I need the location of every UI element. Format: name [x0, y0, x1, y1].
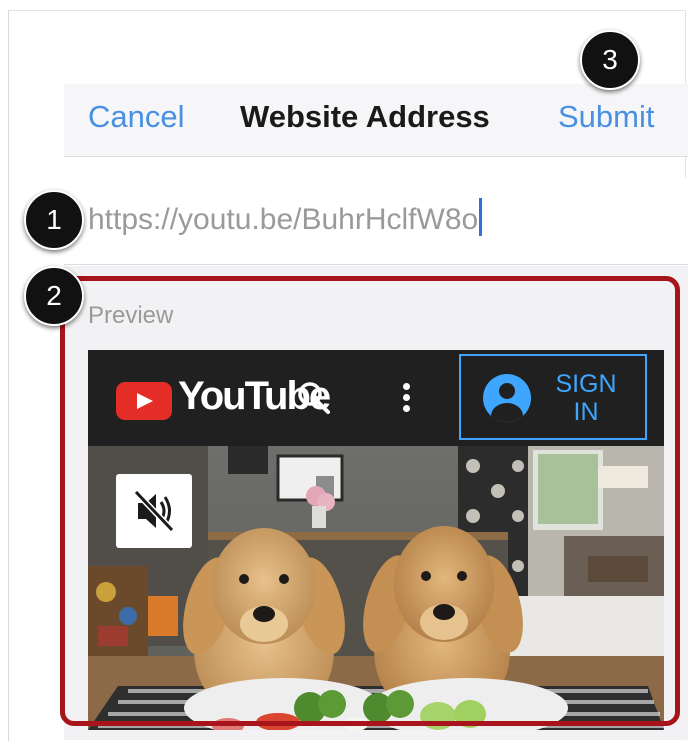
step-badge-3: 3: [580, 30, 640, 90]
preview-label: Preview: [88, 302, 174, 329]
more-vertical-icon[interactable]: [396, 380, 416, 416]
mute-button[interactable]: [116, 474, 192, 548]
step-badge-1: 1: [24, 190, 84, 250]
sign-in-label: SIGN IN: [555, 370, 617, 426]
submit-button[interactable]: Submit: [558, 99, 654, 135]
url-input[interactable]: https://youtu.be/BuhrHclfW8o: [88, 198, 483, 237]
preview-section: Preview YouTube SIGN IN: [64, 266, 688, 740]
sign-in-button[interactable]: SIGN IN: [459, 354, 647, 440]
speaker-muted-icon: [133, 489, 175, 533]
page-title: Website Address: [240, 99, 490, 134]
url-input-value: https://youtu.be/BuhrHclfW8o: [88, 203, 479, 236]
step-badge-2: 2: [24, 266, 84, 326]
video-embed[interactable]: YouTube SIGN IN: [88, 350, 664, 730]
search-icon[interactable]: [294, 378, 334, 418]
youtube-play-icon: [116, 382, 172, 420]
navigation-bar: Cancel Website Address Submit: [64, 84, 688, 157]
account-icon: [483, 374, 531, 422]
cancel-button[interactable]: Cancel: [88, 99, 185, 135]
youtube-header: YouTube SIGN IN: [88, 350, 664, 446]
url-row: https://youtu.be/BuhrHclfW8o: [64, 178, 688, 265]
text-cursor: [479, 198, 483, 236]
